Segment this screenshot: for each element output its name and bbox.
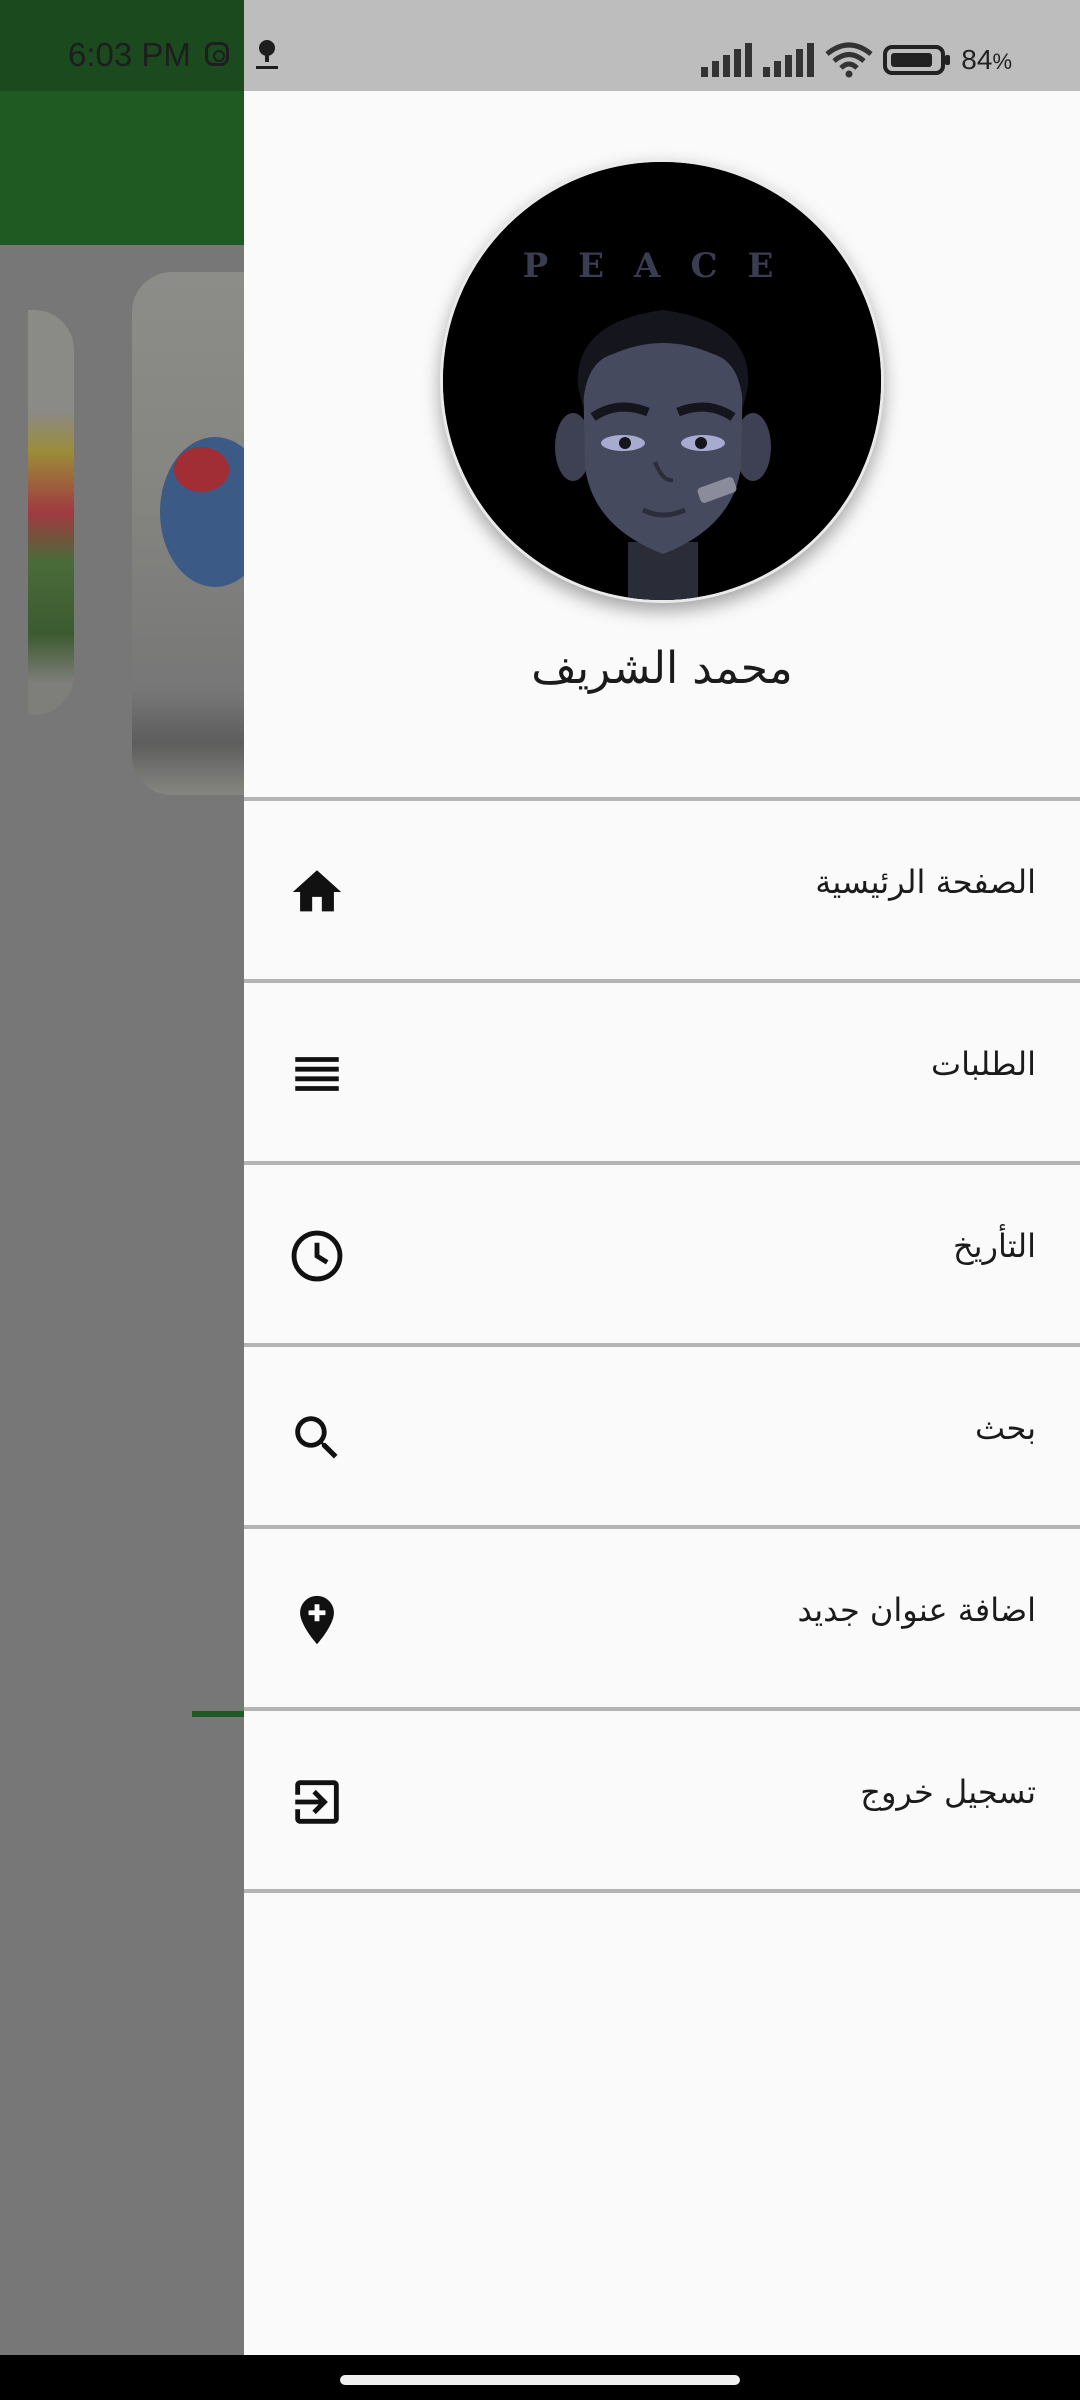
drawer-item-label: اضافة عنوان جديد	[797, 1591, 1036, 1629]
home-gesture-handle[interactable]	[340, 2375, 740, 2385]
drawer-item-label: تسجيل خروج	[860, 1773, 1036, 1811]
logout-icon	[295, 1780, 339, 1824]
app-notification-icon	[256, 40, 278, 69]
drawer-menu: الصفحة الرئيسية الطلبات التأريخ بحث اضاف…	[244, 797, 1080, 1893]
navigation-drawer: PEACE محمد الشريف الصفحة الرئيسية الطلبا…	[244, 91, 1080, 2355]
clock-icon	[291, 1230, 343, 1282]
search-icon	[295, 1416, 338, 1459]
system-nav-bar	[0, 2355, 1080, 2400]
drawer-item-logout[interactable]: تسجيل خروج	[244, 1711, 1080, 1889]
drawer-item-label: الصفحة الرئيسية	[815, 863, 1036, 901]
signal-icon	[701, 43, 753, 77]
page-indicator	[192, 1711, 246, 1717]
avatar[interactable]: PEACE	[440, 159, 884, 603]
avatar-image: PEACE	[443, 162, 881, 600]
status-time: 6:03 PM	[68, 36, 191, 73]
drawer-item-add-address[interactable]: اضافة عنوان جديد	[244, 1529, 1080, 1707]
wifi-icon	[825, 42, 873, 78]
drawer-item-label: بحث	[975, 1409, 1036, 1447]
battery-percent: 84	[961, 44, 993, 75]
home-icon	[292, 870, 342, 912]
avatar-text: PEACE	[523, 246, 804, 286]
drawer-item-search[interactable]: بحث	[244, 1347, 1080, 1525]
signal-icon	[763, 43, 815, 77]
list-icon	[295, 1057, 339, 1091]
drawer-item-label: التأريخ	[952, 1227, 1036, 1265]
profile-name: محمد الشريف	[531, 643, 793, 694]
status-bar: 6:03 PM 84%	[0, 0, 1080, 91]
drawer-item-home[interactable]: الصفحة الرئيسية	[244, 801, 1080, 979]
product-image	[174, 447, 229, 492]
product-card	[28, 310, 74, 715]
add-location-icon	[300, 1595, 334, 1645]
drawer-item-orders[interactable]: الطلبات	[244, 983, 1080, 1161]
divider	[244, 1889, 1080, 1893]
instagram-icon	[205, 42, 229, 66]
drawer-item-label: الطلبات	[930, 1045, 1036, 1083]
battery-icon	[883, 45, 951, 75]
drawer-item-history[interactable]: التأريخ	[244, 1165, 1080, 1343]
